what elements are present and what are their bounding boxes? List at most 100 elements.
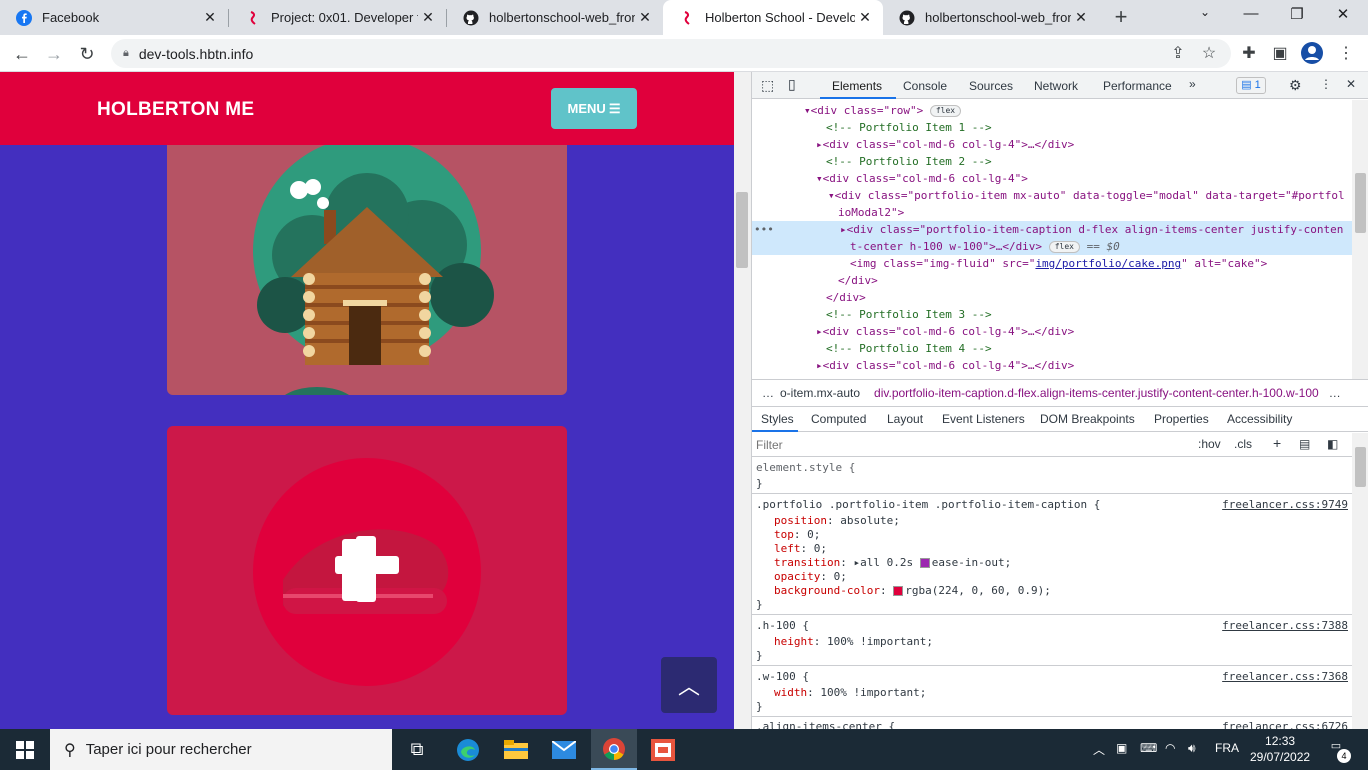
tab-elements[interactable]: Elements xyxy=(832,79,882,93)
tab-computed[interactable]: Computed xyxy=(811,412,866,426)
tab-performance[interactable]: Performance xyxy=(1103,79,1172,93)
css-declaration[interactable]: height: 100% !important; xyxy=(774,635,933,649)
extensions-puzzle-icon[interactable]: ✚ xyxy=(1237,42,1261,66)
issues-badge[interactable]: ▤ 1 xyxy=(1236,77,1266,94)
volume-icon[interactable]: 🔊︎ xyxy=(1188,741,1196,756)
flex-badge[interactable]: flex xyxy=(929,105,962,117)
side-panel-icon[interactable]: ▣ xyxy=(1268,42,1292,66)
close-devtools-icon[interactable]: ✕ xyxy=(1346,77,1356,91)
edge-browser-icon[interactable] xyxy=(445,729,491,770)
minimize-button[interactable]: — xyxy=(1236,5,1266,22)
breadcrumb-more-icon[interactable]: … xyxy=(762,386,774,400)
dom-scrollbar[interactable] xyxy=(1352,100,1368,379)
windows-start-icon[interactable] xyxy=(0,729,50,770)
tray-app-icon[interactable]: ▣ xyxy=(1116,741,1127,755)
css-declaration[interactable]: background-color: rgba(224, 0, 60, 0.9); xyxy=(774,584,1051,598)
tab-network[interactable]: Network xyxy=(1034,79,1078,93)
tab-facebook[interactable]: Facebook ✕ xyxy=(0,0,228,35)
taskbar-search[interactable]: ⚲ Taper ici pour rechercher xyxy=(50,729,392,770)
dom-node-selected[interactable]: ••• ▸<div class="portfolio-item-caption d… xyxy=(752,221,1352,238)
mail-icon[interactable] xyxy=(541,729,587,770)
dom-node-row[interactable]: ▾<div class="portfolio-item mx-auto" dat… xyxy=(752,187,1352,204)
office-app-icon[interactable] xyxy=(640,729,686,770)
close-tab-icon[interactable]: ✕ xyxy=(1071,9,1091,26)
language-indicator[interactable]: FRA xyxy=(1215,741,1239,755)
tab-event-listeners[interactable]: Event Listeners xyxy=(942,412,1025,426)
close-tab-icon[interactable]: ✕ xyxy=(855,9,875,26)
rule-source-link[interactable]: freelancer.css:6726 xyxy=(1222,720,1348,729)
computed-styles-icon[interactable]: ▤ xyxy=(1299,437,1310,451)
dom-node-row[interactable]: ▾<div class="col-md-6 col-lg-4"> xyxy=(752,170,1352,187)
close-tab-icon[interactable]: ✕ xyxy=(200,9,220,26)
url-text[interactable]: dev-tools.hbtn.info xyxy=(139,46,253,62)
cls-toggle[interactable]: .cls xyxy=(1234,437,1252,451)
dom-close-tag[interactable]: </div> xyxy=(752,289,1352,306)
chrome-menu-icon[interactable]: ⋮ xyxy=(1334,42,1358,66)
css-declaration[interactable]: transition: ▸all 0.2s ease-in-out; xyxy=(774,556,1011,570)
css-declaration[interactable]: position: absolute; xyxy=(774,514,900,528)
rule-source-link[interactable]: freelancer.css:7388 xyxy=(1222,619,1348,632)
site-brand[interactable]: HOLBERTON ME xyxy=(97,99,254,121)
dom-comment[interactable]: <!-- Portfolio Item 3 --> xyxy=(752,306,1352,323)
rule-source-link[interactable]: freelancer.css:9749 xyxy=(1222,498,1348,511)
tab-console[interactable]: Console xyxy=(903,79,947,93)
dom-node-row[interactable]: ▸<div class="col-md-6 col-lg-4">…</div> xyxy=(752,136,1352,153)
tab-project-developer-tools[interactable]: Project: 0x01. Developer tools ✕ xyxy=(229,0,446,35)
close-tab-icon[interactable]: ✕ xyxy=(635,9,655,26)
css-declaration[interactable]: top: 0; xyxy=(774,528,820,542)
file-explorer-icon[interactable] xyxy=(493,729,539,770)
dom-node-selected-cont[interactable]: t-center h-100 w-100">…</div> flex == $0 xyxy=(752,238,1352,255)
tab-holberton-active[interactable]: Holberton School - Develope ✕ xyxy=(663,0,883,35)
tray-chevron-up-icon[interactable]: ︿ xyxy=(1093,741,1105,758)
restore-button[interactable]: ❐ xyxy=(1282,5,1312,23)
rule-selector[interactable]: .w-100 { xyxy=(756,670,809,684)
tab-search-chevron-icon[interactable]: ⌄ xyxy=(1190,5,1220,19)
task-view-icon[interactable]: ⧉ xyxy=(394,729,440,770)
dom-close-tag[interactable]: </div> xyxy=(752,272,1352,289)
scrollbar-thumb[interactable] xyxy=(1355,447,1366,487)
ime-icon[interactable]: ⌨ xyxy=(1140,741,1157,755)
tab-layout[interactable]: Layout xyxy=(887,412,923,426)
clock[interactable]: 12:33 29/07/2022 xyxy=(1250,733,1310,765)
rule-selector[interactable]: .h-100 { xyxy=(756,619,809,633)
settings-gear-icon[interactable]: ⚙ xyxy=(1289,77,1302,94)
dom-node-row[interactable]: ▸<div class="col-md-6 col-lg-4">…</div> xyxy=(752,323,1352,340)
dom-node-row-cont[interactable]: ioModal2"> xyxy=(752,204,1352,221)
device-toolbar-icon[interactable]: ▯ xyxy=(788,76,796,93)
portfolio-item-cake-hover[interactable] xyxy=(167,426,567,715)
page-scrollbar[interactable] xyxy=(734,72,751,729)
css-declaration[interactable]: opacity: 0; xyxy=(774,570,847,584)
flex-badge[interactable]: flex xyxy=(1048,241,1080,253)
rule-selector[interactable]: .portfolio .portfolio-item .portfolio-it… xyxy=(756,498,1100,512)
scrollbar-thumb[interactable] xyxy=(736,192,748,268)
easing-editor-icon[interactable] xyxy=(919,558,930,568)
styles-filter-input[interactable] xyxy=(756,436,1186,454)
close-window-button[interactable]: ✕ xyxy=(1328,5,1358,23)
tab-github-1[interactable]: holbertonschool-web_front_e ✕ xyxy=(447,0,663,35)
notifications-icon[interactable]: ▭ 4 xyxy=(1325,739,1351,763)
css-declaration[interactable]: width: 100% !important; xyxy=(774,686,926,700)
close-tab-icon[interactable]: ✕ xyxy=(418,9,438,26)
dom-comment[interactable]: <!-- Portfolio Item 4 --> xyxy=(752,340,1352,357)
scroll-to-top-button[interactable]: ︿ xyxy=(661,657,717,713)
back-arrow-icon[interactable]: ← xyxy=(10,42,34,66)
img-src-link[interactable]: img/portfolio/cake.png xyxy=(1035,257,1181,270)
tab-sources[interactable]: Sources xyxy=(969,79,1013,93)
new-rule-plus-icon[interactable]: + xyxy=(1273,435,1281,451)
rule-source-link[interactable]: freelancer.css:7368 xyxy=(1222,670,1348,683)
hov-toggle[interactable]: :hov xyxy=(1198,437,1221,451)
more-dots-icon[interactable]: ••• xyxy=(754,221,840,238)
scrollbar-thumb[interactable] xyxy=(1355,173,1366,233)
share-icon[interactable]: ⇪ xyxy=(1166,42,1190,66)
tab-accessibility[interactable]: Accessibility xyxy=(1227,412,1292,426)
tab-github-2[interactable]: holbertonschool-web_front_e ✕ xyxy=(883,0,1099,35)
css-declaration[interactable]: left: 0; xyxy=(774,542,827,556)
breadcrumb-more-icon[interactable]: … xyxy=(1329,386,1341,400)
styles-scrollbar[interactable] xyxy=(1352,433,1368,729)
rule-selector[interactable]: .align-items-center { xyxy=(756,720,895,729)
menu-button[interactable]: MENU ☰ xyxy=(551,88,637,129)
chrome-app-icon[interactable] xyxy=(591,729,637,770)
devtools-menu-icon[interactable]: ⋮ xyxy=(1320,77,1332,91)
inspect-element-icon[interactable]: ⬚ xyxy=(761,77,774,94)
toggle-sidebar-icon[interactable]: ◧ xyxy=(1327,437,1338,451)
